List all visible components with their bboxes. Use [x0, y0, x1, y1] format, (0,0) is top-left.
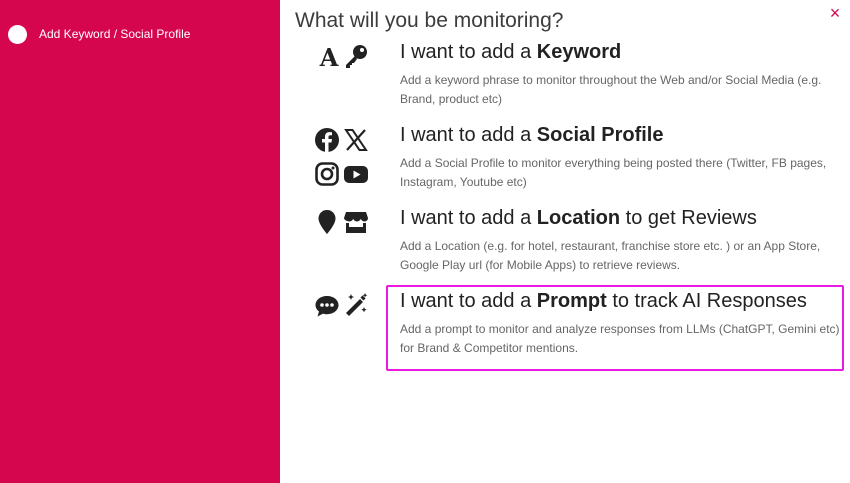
- option-social-profile[interactable]: I want to add a Social Profile Add a Soc…: [280, 124, 850, 204]
- youtube-icon: [343, 161, 369, 187]
- magic-wand-icon: [343, 292, 369, 318]
- option-prompt[interactable]: I want to add a Prompt to track AI Respo…: [280, 290, 850, 370]
- option-title: I want to add a Prompt to track AI Respo…: [400, 290, 807, 312]
- chat-bubble-icon: [314, 293, 340, 319]
- instagram-icon: [314, 161, 340, 187]
- wizard-sidebar: Add Keyword / Social Profile: [0, 0, 280, 483]
- step-indicator-dot: [8, 24, 27, 44]
- page-title: What will you be monitoring?: [295, 9, 564, 32]
- option-keyword[interactable]: A I want to add a Keyword Add a keyword …: [280, 41, 850, 121]
- option-title: I want to add a Social Profile: [400, 124, 664, 146]
- option-description: Add a Location (e.g. for hotel, restaura…: [400, 239, 821, 272]
- option-description: Add a keyword phrase to monitor througho…: [400, 73, 822, 106]
- key-icon: [343, 43, 369, 69]
- option-description: Add a Social Profile to monitor everythi…: [400, 156, 827, 189]
- close-icon[interactable]: ×: [826, 4, 844, 22]
- letter-a-icon: A: [316, 44, 342, 70]
- facebook-icon: [314, 127, 340, 153]
- wizard-step-add-keyword[interactable]: Add Keyword / Social Profile: [8, 24, 190, 44]
- step-label: Add Keyword / Social Profile: [39, 27, 191, 41]
- option-title: I want to add a Location to get Reviews: [400, 207, 757, 229]
- map-pin-icon: [314, 209, 340, 235]
- x-icon: [343, 127, 369, 153]
- option-description: Add a prompt to monitor and analyze resp…: [400, 322, 840, 355]
- monitor-type-panel: What will you be monitoring? × A I want …: [280, 0, 850, 483]
- svg-text:A: A: [319, 44, 339, 70]
- option-title: I want to add a Keyword: [400, 41, 622, 63]
- store-icon: [343, 209, 369, 235]
- option-location[interactable]: I want to add a Location to get Reviews …: [280, 207, 850, 287]
